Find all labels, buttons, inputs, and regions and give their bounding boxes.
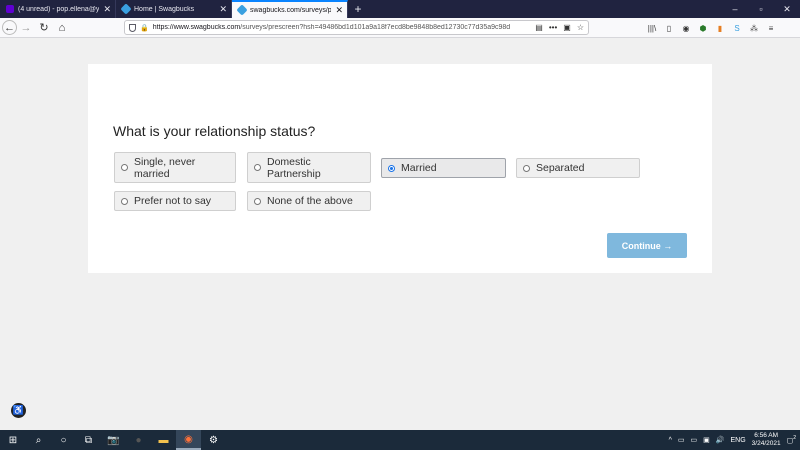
- forward-icon[interactable]: →: [17, 19, 35, 37]
- survey-card: What is your relationship status? Single…: [88, 64, 712, 273]
- tab-title: Home | Swagbucks: [134, 5, 195, 13]
- radio-icon[interactable]: [254, 197, 261, 205]
- lock-icon[interactable]: 🔒: [140, 24, 149, 32]
- page-actions-menu-icon[interactable]: •••: [549, 23, 557, 32]
- pocket-icon[interactable]: ▣: [563, 23, 571, 32]
- battery-icon[interactable]: ▭: [678, 436, 685, 444]
- maximize-icon[interactable]: ▫: [748, 0, 774, 18]
- adblock-icon[interactable]: ⬢: [697, 24, 709, 33]
- reload-icon[interactable]: ↻: [35, 19, 53, 37]
- volume-icon[interactable]: 🔊: [716, 436, 725, 444]
- tab-yahoo-mail[interactable]: (4 unread) - pop.ellena@yahoo ✕: [0, 0, 116, 18]
- navigation-bar: ← → ↻ ⌂ 🔒 https://www.swagbucks.com/surv…: [0, 18, 800, 38]
- option-label: Prefer not to say: [134, 195, 212, 207]
- clock[interactable]: 6:56 AM 3/24/2021: [752, 432, 781, 448]
- notification-count: 2: [793, 435, 796, 442]
- radio-icon[interactable]: [121, 197, 128, 205]
- bookmark-star-icon[interactable]: ☆: [577, 23, 584, 32]
- extensions-icon[interactable]: ⁂: [748, 24, 760, 33]
- settings-gear-icon[interactable]: ⚙: [201, 430, 226, 450]
- close-window-icon[interactable]: ✕: [774, 0, 800, 18]
- tab-title: swagbucks.com/surveys/prescre: [250, 6, 332, 14]
- home-icon[interactable]: ⌂: [53, 19, 71, 37]
- option-domestic-partnership[interactable]: Domestic Partnership: [247, 152, 371, 183]
- option-label: None of the above: [267, 195, 353, 207]
- window-controls: – ▫ ✕: [722, 0, 800, 18]
- option-label: Separated: [536, 162, 585, 174]
- option-label: Married: [401, 162, 437, 174]
- new-tab-icon[interactable]: +: [348, 0, 368, 18]
- radio-selected-icon[interactable]: [388, 164, 395, 172]
- firefox-icon[interactable]: ◉: [176, 430, 201, 450]
- option-prefer-not-to-say[interactable]: Prefer not to say: [114, 191, 236, 211]
- swagbucks-icon[interactable]: S: [731, 24, 743, 33]
- clock-date: 3/24/2021: [751, 440, 781, 447]
- radio-icon[interactable]: [121, 164, 128, 171]
- swagbucks-favicon-icon: [120, 3, 132, 15]
- minimize-icon[interactable]: –: [722, 0, 748, 18]
- tab-title: (4 unread) - pop.ellena@yahoo: [18, 5, 100, 13]
- library-icon[interactable]: |||\: [646, 24, 658, 33]
- network-icon[interactable]: ▣: [703, 436, 710, 444]
- account-icon[interactable]: ◉: [680, 24, 692, 33]
- option-label: Domestic Partnership: [267, 155, 321, 180]
- radio-icon[interactable]: [254, 164, 261, 171]
- search-icon[interactable]: ⌕: [26, 430, 51, 450]
- page-actions: ▤ ••• ▣ ☆: [535, 23, 584, 32]
- radio-icon[interactable]: [523, 164, 530, 172]
- chevron-up-icon[interactable]: ^: [669, 437, 672, 444]
- file-explorer-icon[interactable]: ▬: [151, 430, 176, 450]
- page-content: What is your relationship status? Single…: [0, 39, 800, 430]
- close-tab-icon[interactable]: ✕: [335, 5, 343, 15]
- back-icon[interactable]: ←: [2, 20, 17, 35]
- notifications-icon[interactable]: ▢2: [787, 435, 796, 444]
- monitor-icon[interactable]: ▭: [691, 436, 698, 444]
- address-bar[interactable]: 🔒 https://www.swagbucks.com/surveys/pres…: [124, 20, 589, 35]
- windows-start-icon[interactable]: ⊞: [0, 430, 26, 450]
- menu-icon[interactable]: ≡: [765, 24, 777, 33]
- accessibility-icon[interactable]: ♿: [11, 403, 26, 418]
- close-tab-icon[interactable]: ✕: [103, 4, 111, 14]
- extension-icon[interactable]: ▮: [714, 24, 726, 33]
- option-married[interactable]: Married: [381, 158, 506, 178]
- question-text: What is your relationship status?: [113, 123, 316, 139]
- tracking-shield-icon[interactable]: [129, 23, 136, 32]
- system-tray: ^ ▭ ▭ ▣ 🔊 ENG 6:56 AM 3/24/2021 ▢2: [669, 432, 800, 448]
- option-none-of-the-above[interactable]: None of the above: [247, 191, 371, 211]
- tab-survey-prescreen[interactable]: swagbucks.com/surveys/prescre ✕: [232, 0, 348, 18]
- option-single-never-married[interactable]: Single, never married: [114, 152, 236, 183]
- url-text[interactable]: https://www.swagbucks.com/surveys/prescr…: [153, 24, 532, 31]
- tab-swagbucks-home[interactable]: Home | Swagbucks ✕: [116, 0, 232, 18]
- tab-strip: (4 unread) - pop.ellena@yahoo ✕ Home | S…: [0, 0, 800, 18]
- app-circle-icon[interactable]: ●: [126, 430, 151, 450]
- toolbar-right: |||\ ▯ ◉ ⬢ ▮ S ⁂ ≡: [646, 18, 777, 38]
- sidebar-icon[interactable]: ▯: [663, 24, 675, 33]
- windows-taskbar: ⊞ ⌕ ○ ⧉ 📷 ● ▬ ◉ ⚙ ^ ▭ ▭ ▣ 🔊 ENG 6:56 AM …: [0, 430, 800, 450]
- option-label: Single, never married: [134, 155, 196, 180]
- reader-view-icon[interactable]: ▤: [535, 23, 543, 32]
- close-tab-icon[interactable]: ✕: [219, 4, 227, 14]
- clock-time: 6:56 AM: [754, 432, 779, 439]
- swagbucks-favicon-icon: [236, 4, 248, 16]
- task-view-icon[interactable]: ⧉: [76, 430, 101, 450]
- camera-app-icon[interactable]: 📷: [101, 430, 126, 450]
- yahoo-favicon-icon: [6, 5, 14, 13]
- cortana-icon[interactable]: ○: [51, 430, 76, 450]
- option-separated[interactable]: Separated: [516, 158, 640, 178]
- language-indicator[interactable]: ENG: [731, 437, 746, 444]
- continue-button[interactable]: Continue →: [607, 233, 687, 258]
